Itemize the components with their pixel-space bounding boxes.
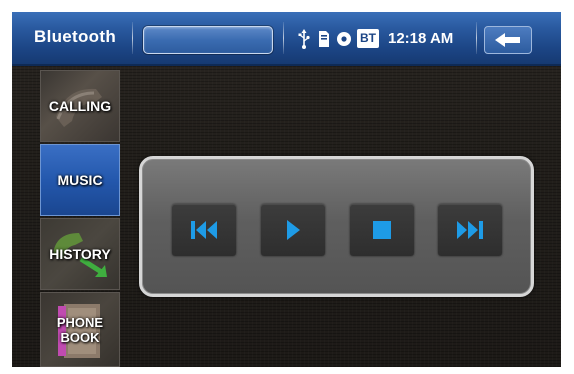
next-track-icon [457,221,483,239]
sidebar: CALLING MUSIC HISTORY PHONE BOOK [40,70,120,367]
header-divider [476,22,477,54]
back-button[interactable] [484,26,532,54]
bluetooth-screen: Bluetooth BT 12:18 AM CALLING MUSIC HIST… [12,12,561,367]
sidebar-item-calling[interactable]: CALLING [40,70,120,142]
sidebar-item-phonebook[interactable]: PHONE BOOK [40,292,120,367]
play-button[interactable] [261,204,325,256]
header-divider [132,22,133,54]
stop-icon [373,221,391,239]
sidebar-item-label: CALLING [48,97,112,114]
previous-track-icon [191,221,217,239]
stop-button[interactable] [350,204,414,256]
sidebar-item-label: MUSIC [57,171,103,188]
header-divider [283,22,284,54]
previous-track-button[interactable] [172,204,236,256]
disc-icon [335,28,353,50]
sd-card-icon [317,28,331,50]
sidebar-item-label: PHONE BOOK [56,314,104,345]
page-title: Bluetooth [34,27,117,46]
sidebar-item-history[interactable]: HISTORY [40,218,120,290]
play-icon [287,220,300,240]
bt-status-badge: BT [357,29,379,48]
clock: 12:18 AM [388,30,454,47]
sidebar-item-music[interactable]: MUSIC [40,144,120,216]
next-track-button[interactable] [438,204,502,256]
usb-icon [297,28,311,50]
sidebar-item-label: HISTORY [49,245,111,262]
back-arrow-icon [495,33,520,47]
header-bar: Bluetooth BT 12:18 AM [12,12,561,66]
music-player-panel [139,156,534,297]
device-name-field[interactable] [143,26,273,54]
